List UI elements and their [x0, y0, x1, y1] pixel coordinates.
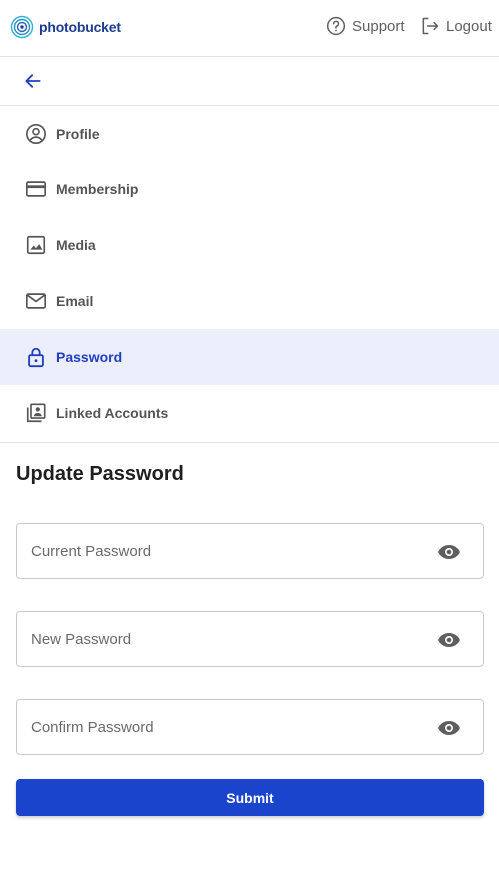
settings-nav: Profile Membership Media Email Password … — [0, 106, 499, 443]
new-password-input[interactable] — [17, 612, 427, 666]
nav-item-label: Membership — [56, 181, 139, 197]
account-circle-icon — [24, 122, 48, 146]
eye-icon — [438, 721, 460, 735]
current-password-field — [16, 523, 484, 579]
support-label: Support — [352, 17, 405, 35]
show-password-toggle[interactable] — [437, 716, 461, 740]
eye-icon — [438, 633, 460, 647]
nav-item-profile[interactable]: Profile — [0, 106, 499, 161]
nav-item-label: Linked Accounts — [56, 405, 169, 421]
logout-icon — [422, 17, 439, 35]
photobucket-logo[interactable]: photobucket — [10, 15, 121, 39]
lock-icon — [24, 345, 48, 369]
confirm-password-field — [16, 699, 484, 755]
nav-item-label: Media — [56, 237, 96, 253]
nav-item-membership[interactable]: Membership — [0, 161, 499, 217]
arrow-left-icon — [25, 74, 41, 88]
credit-card-icon — [24, 177, 48, 201]
back-button[interactable] — [22, 70, 44, 92]
nav-item-label: Password — [56, 349, 123, 365]
nav-item-email[interactable]: Email — [0, 273, 499, 329]
image-icon — [24, 233, 48, 257]
confirm-password-input[interactable] — [17, 700, 427, 754]
nav-item-label: Email — [56, 293, 94, 309]
show-password-toggle[interactable] — [437, 628, 461, 652]
logout-label: Logout — [446, 17, 492, 35]
logout-link[interactable]: Logout — [420, 16, 492, 36]
photobucket-logo-icon — [10, 15, 34, 39]
page-title: Update Password — [16, 463, 184, 485]
back-bar — [0, 57, 499, 106]
help-circle-icon — [326, 16, 346, 36]
linked-accounts-icon — [24, 401, 48, 425]
nav-item-label: Profile — [56, 125, 100, 142]
nav-item-media[interactable]: Media — [0, 217, 499, 273]
current-password-input[interactable] — [17, 524, 427, 578]
nav-item-password[interactable]: Password — [0, 329, 499, 385]
mail-icon — [24, 289, 48, 313]
new-password-field — [16, 611, 484, 667]
support-link[interactable]: Support — [326, 16, 405, 36]
eye-icon — [438, 545, 460, 559]
logo-text: photobucket — [39, 19, 121, 35]
nav-item-linked-accounts[interactable]: Linked Accounts — [0, 385, 499, 441]
submit-button[interactable]: Submit — [16, 779, 484, 816]
show-password-toggle[interactable] — [437, 540, 461, 564]
top-header: photobucket Support Logout — [0, 0, 499, 57]
